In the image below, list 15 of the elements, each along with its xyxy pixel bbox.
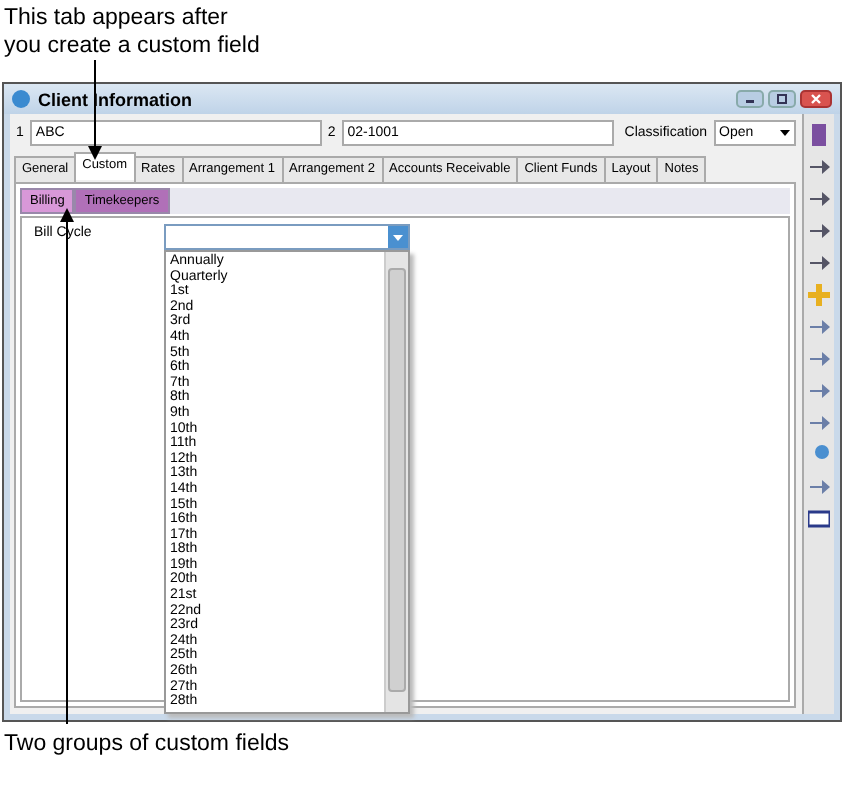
bill-cycle-combo[interactable] — [164, 224, 410, 250]
list-icon[interactable] — [808, 124, 830, 146]
annotation-text: Two groups of custom fields — [2, 730, 292, 756]
caret-icon — [779, 130, 790, 136]
app-icon — [12, 90, 30, 108]
right-arrow-icon[interactable] — [808, 220, 830, 242]
maximize-button[interactable] — [768, 90, 796, 108]
minimize-button[interactable] — [736, 90, 764, 108]
step-icon[interactable] — [808, 156, 830, 178]
annotation-text: This tab appears after you create a custom field — [2, 4, 262, 62]
dropdown-button[interactable] — [388, 226, 408, 248]
scrollbar[interactable] — [384, 252, 408, 712]
window-title: Client Information — [38, 89, 192, 109]
close-button[interactable] — [800, 90, 832, 108]
window-icon[interactable] — [808, 508, 830, 530]
